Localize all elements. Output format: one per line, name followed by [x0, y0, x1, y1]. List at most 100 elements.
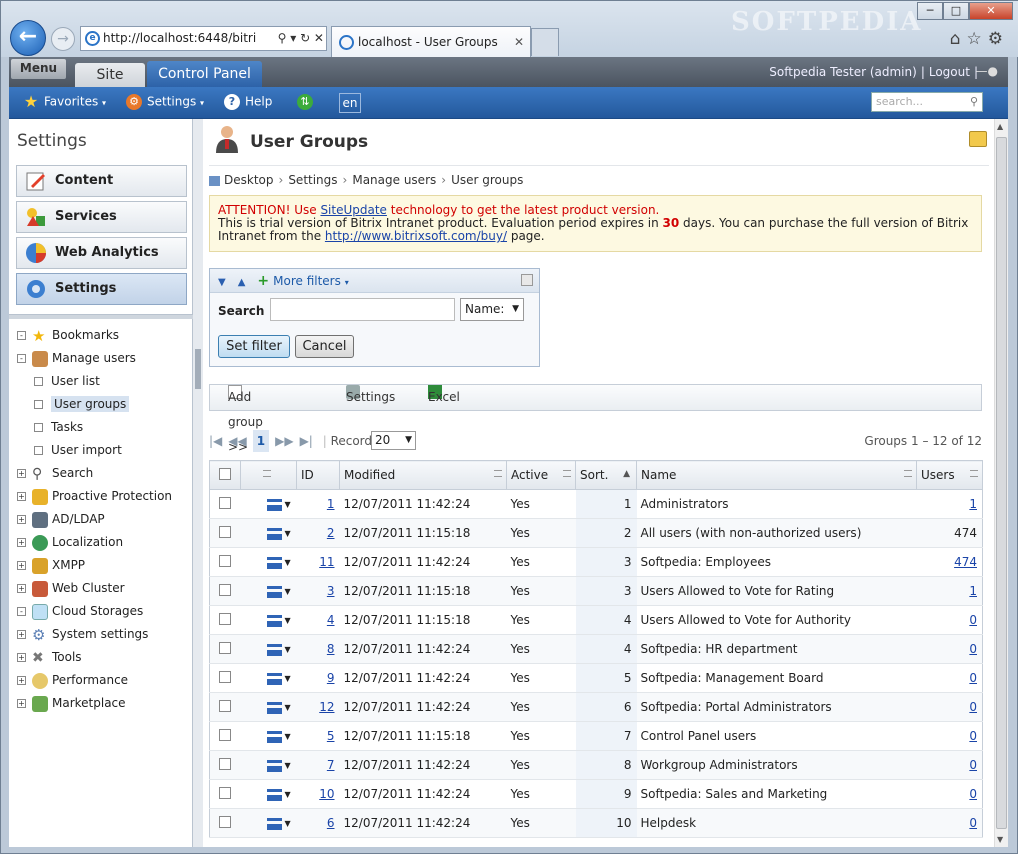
row-menu-cell[interactable]: ▼: [240, 547, 297, 577]
user-name[interactable]: Softpedia Tester (admin): [769, 65, 917, 79]
group-id-link[interactable]: 3: [327, 584, 335, 598]
expand-icon[interactable]: +: [17, 515, 26, 524]
row-menu-icon[interactable]: [266, 556, 282, 569]
col-id[interactable]: ID: [296, 460, 340, 490]
filter-field-select[interactable]: Name: ▼: [460, 298, 524, 321]
tree-item-ad-ldap[interactable]: + AD/LDAP: [17, 509, 105, 529]
row-checkbox-cell[interactable]: [209, 518, 241, 548]
users-count-link[interactable]: 0: [969, 642, 977, 656]
language-button[interactable]: en: [339, 93, 361, 113]
select-all-checkbox[interactable]: [219, 467, 231, 480]
buy-link[interactable]: http://www.bitrixsoft.com/buy/: [325, 229, 507, 243]
row-checkbox-cell[interactable]: [209, 605, 241, 635]
row-menu-icon[interactable]: [266, 498, 282, 511]
table-row[interactable]: ▼ 9 12/07/2011 11:42:24 Yes 5 Softpedia: Mana…: [209, 663, 983, 693]
refresh-button[interactable]: ⇅: [297, 94, 313, 110]
row-menu-cell[interactable]: ▼: [240, 518, 297, 548]
select-all-header[interactable]: [209, 460, 241, 490]
siteupdate-link[interactable]: SiteUpdate: [320, 203, 387, 217]
scroll-down-icon[interactable]: ▼: [997, 835, 1003, 844]
row-checkbox-cell[interactable]: [209, 692, 241, 722]
expand-arrow-icon[interactable]: ▲: [238, 277, 246, 288]
users-count-link[interactable]: 0: [969, 816, 977, 830]
users-count-link[interactable]: 0: [969, 729, 977, 743]
group-id-link[interactable]: 11: [319, 555, 334, 569]
breadcrumb-settings[interactable]: Settings: [288, 173, 337, 187]
tree-item-proactive-protection[interactable]: + Proactive Protection: [17, 486, 172, 506]
table-row[interactable]: ▼ 2 12/07/2011 11:15:18 Yes 2 All users (with…: [209, 518, 983, 548]
filter-toggle-box[interactable]: [521, 274, 533, 286]
logout-link[interactable]: Logout: [929, 65, 970, 79]
row-checkbox[interactable]: [219, 728, 231, 741]
row-checkbox[interactable]: [219, 612, 231, 625]
settings-menu[interactable]: ⚙ Settings ▾: [126, 94, 204, 110]
row-checkbox[interactable]: [219, 757, 231, 770]
tree-item-cloud-storages[interactable]: - Cloud Storages: [17, 601, 143, 621]
row-menu-icon[interactable]: [266, 614, 282, 627]
favorites-star-icon[interactable]: ☆: [967, 29, 988, 49]
table-row[interactable]: ▼ 3 12/07/2011 11:15:18 Yes 3 Users Allowed t…: [209, 576, 983, 606]
column-menu-icon[interactable]: [494, 470, 502, 477]
menu-button[interactable]: Menu: [11, 59, 66, 79]
tree-item-manage-users[interactable]: - Manage users: [17, 348, 136, 368]
maximize-button[interactable]: □: [943, 2, 969, 20]
users-count-link[interactable]: 0: [969, 700, 977, 714]
users-count-link[interactable]: 0: [969, 758, 977, 772]
row-menu-cell[interactable]: ▼: [240, 721, 297, 751]
column-menu-icon[interactable]: [970, 470, 978, 477]
row-checkbox[interactable]: [219, 786, 231, 799]
sidebar-section-settings[interactable]: Settings: [16, 273, 187, 305]
link-icon[interactable]: [969, 131, 987, 147]
sidebar-resize-handle[interactable]: [193, 119, 203, 847]
col-modified[interactable]: Modified: [339, 460, 507, 490]
table-row[interactable]: ▼ 1 12/07/2011 11:42:24 Yes 1 Administrators 1: [209, 489, 983, 519]
sidebar-section-content[interactable]: Content: [16, 165, 187, 197]
row-menu-cell[interactable]: ▼: [240, 779, 297, 809]
set-filter-button[interactable]: Set filter: [218, 335, 290, 358]
cancel-button[interactable]: Cancel: [295, 335, 354, 358]
favorites-menu[interactable]: ★ Favorites ▾: [23, 94, 106, 110]
group-id-link[interactable]: 9: [327, 671, 335, 685]
row-menu-cell[interactable]: ▼: [240, 489, 297, 519]
table-row[interactable]: ▼ 8 12/07/2011 11:42:24 Yes 4 Softpedia: HR d…: [209, 634, 983, 664]
address-controls[interactable]: ⚲ ▾ ↻ ✕: [275, 27, 324, 50]
row-menu-cell[interactable]: ▼: [240, 808, 297, 838]
table-row[interactable]: ▼ 11 12/07/2011 11:42:24 Yes 3 Softpedia: Emp…: [209, 547, 983, 577]
group-id-link[interactable]: 8: [327, 642, 335, 656]
table-row[interactable]: ▼ 10 12/07/2011 11:42:24 Yes 9 Softpedia: Sal…: [209, 779, 983, 809]
row-checkbox-cell[interactable]: [209, 634, 241, 664]
row-checkbox-cell[interactable]: [209, 750, 241, 780]
collapse-icon[interactable]: -: [17, 607, 26, 616]
tree-item-web-cluster[interactable]: + Web Cluster: [17, 578, 125, 598]
tab-site[interactable]: Site: [75, 63, 145, 87]
collapse-icon[interactable]: -: [17, 354, 26, 363]
column-menu-icon[interactable]: [563, 470, 571, 477]
row-checkbox[interactable]: [219, 815, 231, 828]
collapse-icon[interactable]: -: [17, 331, 26, 340]
minimize-button[interactable]: ─: [917, 2, 943, 20]
row-menu-icon[interactable]: [266, 701, 282, 714]
collapse-arrow-icon[interactable]: ▼: [218, 277, 226, 288]
group-id-link[interactable]: 2: [327, 526, 335, 540]
users-count-link[interactable]: 0: [969, 613, 977, 627]
close-window-button[interactable]: ✕: [969, 2, 1013, 20]
back-button[interactable]: ←: [10, 20, 46, 56]
row-menu-cell[interactable]: ▼: [240, 663, 297, 693]
tree-item-user-list[interactable]: User list: [34, 371, 100, 391]
row-checkbox-cell[interactable]: [209, 576, 241, 606]
table-row[interactable]: ▼ 7 12/07/2011 11:42:24 Yes 8 Workgroup Admin…: [209, 750, 983, 780]
row-menu-cell[interactable]: ▼: [240, 692, 297, 722]
row-checkbox[interactable]: [219, 583, 231, 596]
tree-item-user-import[interactable]: User import: [34, 440, 122, 460]
sidebar-section-web-analytics[interactable]: Web Analytics: [16, 237, 187, 269]
tree-item-tasks[interactable]: Tasks: [34, 417, 83, 437]
row-menu-icon[interactable]: [266, 585, 282, 598]
filter-search-input[interactable]: [270, 298, 455, 321]
address-bar[interactable]: e http://localhost:6448/bitri ⚲ ▾ ↻ ✕: [80, 26, 327, 51]
row-menu-icon[interactable]: [266, 730, 282, 743]
users-count-link[interactable]: 474: [954, 555, 977, 569]
row-menu-icon[interactable]: [266, 759, 282, 772]
row-menu-icon[interactable]: [266, 672, 282, 685]
tree-item-tools[interactable]: + ✖ Tools: [17, 647, 82, 667]
tree-item-bookmarks[interactable]: - ★ Bookmarks: [17, 325, 119, 345]
